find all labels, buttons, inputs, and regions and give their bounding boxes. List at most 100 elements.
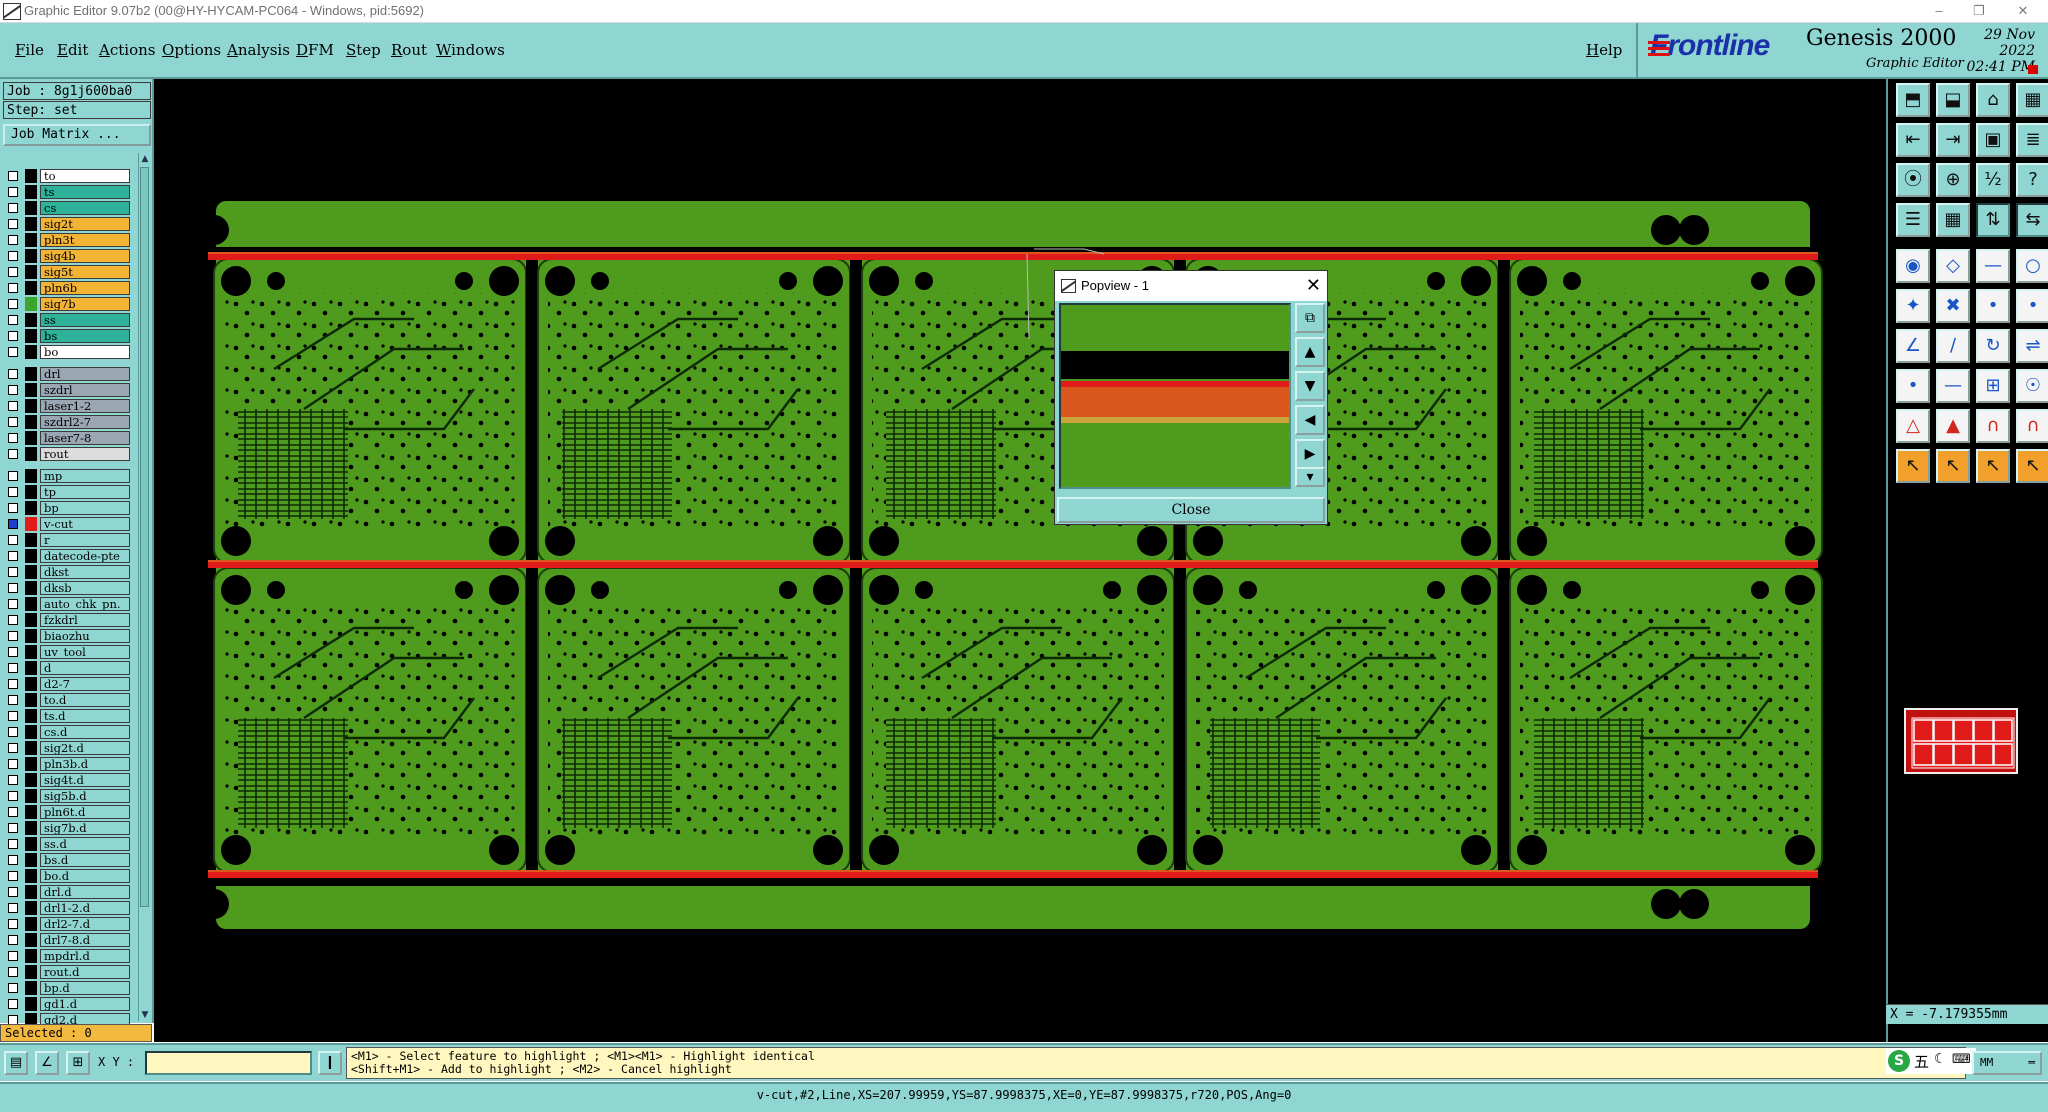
home-icon[interactable]: ⌂	[1976, 83, 2010, 117]
layer-name[interactable]: bs.d	[40, 853, 130, 867]
layer-name[interactable]: ss.d	[40, 837, 130, 851]
layer-name[interactable]: dksb	[40, 581, 130, 595]
layer-checkbox[interactable]	[8, 631, 18, 641]
layer-checkbox[interactable]	[8, 487, 18, 497]
layer-color-swatch[interactable]	[25, 415, 37, 429]
line-icon[interactable]: —	[1976, 249, 2010, 283]
layer-color-swatch[interactable]	[25, 997, 37, 1011]
layer-row-sig5t[interactable]: sig5t	[8, 265, 130, 280]
ime-keyboard-icon[interactable]: ⌨	[1952, 1052, 1971, 1067]
layer-checkbox[interactable]	[8, 807, 18, 817]
layer-row-pln3t[interactable]: pln3t	[8, 233, 130, 248]
layer-row-fzkdrl[interactable]: fzkdrl	[8, 613, 130, 628]
triangle-icon[interactable]: △	[1896, 409, 1930, 443]
layer-color-swatch[interactable]	[25, 693, 37, 707]
popview-more-icon[interactable]: ▾	[1295, 467, 1325, 487]
layer-checkbox[interactable]	[8, 369, 18, 379]
pad-icon[interactable]: ◉	[1896, 249, 1930, 283]
layer-checkbox[interactable]	[8, 839, 18, 849]
scale-icon[interactable]: ½	[1976, 163, 2010, 197]
layer-row-bp[interactable]: bp	[8, 501, 130, 516]
menu-rout[interactable]: Rout	[391, 41, 427, 59]
layer-checkbox[interactable]	[8, 187, 18, 197]
pointer-icon[interactable]: ↖	[1896, 449, 1930, 483]
save-icon[interactable]: ⬓	[1936, 83, 1970, 117]
zoom-fit-icon[interactable]: ⦿	[1896, 163, 1930, 197]
ime-mode-label[interactable]: 五	[1914, 1051, 1929, 1072]
layer-name[interactable]: tp	[40, 485, 130, 499]
layer-name[interactable]: v-cut	[40, 517, 130, 531]
layer-row-mp[interactable]: mp	[8, 469, 130, 484]
layer-row-pln6b[interactable]: pln6b	[8, 281, 130, 296]
xy-input[interactable]	[145, 1051, 312, 1075]
pointer-measure-icon[interactable]: ↖	[2016, 449, 2048, 483]
layer-checkbox[interactable]	[8, 347, 18, 357]
layer-name[interactable]: bp	[40, 501, 130, 515]
measure-icon[interactable]: ∕	[1936, 329, 1970, 363]
shape-icon[interactable]: ◇	[1936, 249, 1970, 283]
layer-checkbox[interactable]	[8, 919, 18, 929]
layer-checkbox[interactable]	[8, 615, 18, 625]
layer-color-swatch[interactable]	[25, 329, 37, 343]
menu-dfm[interactable]: DFM	[296, 41, 334, 59]
layer-color-swatch[interactable]	[25, 581, 37, 595]
layer-checkbox[interactable]	[8, 299, 18, 309]
layer-name[interactable]: pln3t	[40, 233, 130, 247]
layer-checkbox[interactable]	[8, 647, 18, 657]
layer-row-ts-d[interactable]: ts.d	[8, 709, 130, 724]
window-icon[interactable]: ▣	[1976, 123, 2010, 157]
layer-name[interactable]: pln3b.d	[40, 757, 130, 771]
layer-name[interactable]: sig2t.d	[40, 741, 130, 755]
layer-row-datecode-pte[interactable]: datecode-pte	[8, 549, 130, 564]
route-icon[interactable]: ⇅	[1976, 203, 2010, 237]
scroll-up-icon[interactable]: ▲	[139, 153, 151, 165]
layer-checkbox[interactable]	[8, 331, 18, 341]
arch-icon[interactable]: ∩	[1976, 409, 2010, 443]
node-alt-icon[interactable]: •	[2016, 289, 2048, 323]
layer-color-swatch[interactable]	[25, 741, 37, 755]
layer-name[interactable]: d2-7	[40, 677, 130, 691]
layer-color-swatch[interactable]	[25, 469, 37, 483]
layer-row-ss-d[interactable]: ss.d	[8, 837, 130, 852]
layer-name[interactable]: sig7b	[40, 297, 130, 311]
layer-scrollbar[interactable]: ▲ ▼	[138, 153, 151, 1021]
layer-row-sig5b-d[interactable]: sig5b.d	[8, 789, 130, 804]
snap-icon[interactable]: ✦	[1896, 289, 1930, 323]
layer-checkbox[interactable]	[8, 967, 18, 977]
layer-name[interactable]: szdrl2-7	[40, 415, 130, 429]
close-window-icon[interactable]: ✕	[2000, 0, 2046, 22]
layer-color-swatch[interactable]	[25, 501, 37, 515]
export-icon[interactable]: ⇥	[1936, 123, 1970, 157]
layer-row-drl-d[interactable]: drl.d	[8, 885, 130, 900]
layer-row-drl[interactable]: drl	[8, 367, 130, 382]
layer-checkbox[interactable]	[8, 235, 18, 245]
layer-name[interactable]: sig7b.d	[40, 821, 130, 835]
popview-up-icon[interactable]: ▲	[1295, 337, 1325, 367]
box-icon[interactable]: ⊞	[1976, 369, 2010, 403]
layer-row-to-d[interactable]: to.d	[8, 693, 130, 708]
layer-name[interactable]: cs.d	[40, 725, 130, 739]
layer-name[interactable]: rout.d	[40, 965, 130, 979]
layer-color-swatch[interactable]	[25, 447, 37, 461]
layer-row-v-cut[interactable]: v-cut	[8, 517, 130, 532]
pointer-select-icon[interactable]: ↖	[1936, 449, 1970, 483]
layer-row-sig4b[interactable]: sig4b	[8, 249, 130, 264]
layer-color-swatch[interactable]	[25, 949, 37, 963]
layer-color-swatch[interactable]	[25, 965, 37, 979]
layer-color-swatch[interactable]	[25, 821, 37, 835]
layer-name[interactable]: pln6t.d	[40, 805, 130, 819]
layer-checkbox[interactable]	[8, 567, 18, 577]
pointer-move-icon[interactable]: ↖	[1976, 449, 2010, 483]
layer-name[interactable]: laser7-8	[40, 431, 130, 445]
layer-row-to[interactable]: to	[8, 169, 130, 184]
menu-edit[interactable]: Edit	[57, 41, 88, 59]
layer-row-pln3b-d[interactable]: pln3b.d	[8, 757, 130, 772]
layer-checkbox[interactable]	[8, 695, 18, 705]
layer-color-swatch[interactable]	[25, 431, 37, 445]
layer-checkbox[interactable]	[8, 401, 18, 411]
layer-checkbox[interactable]	[8, 283, 18, 293]
layer-row-bo[interactable]: bo	[8, 345, 130, 360]
layer-color-swatch[interactable]	[25, 549, 37, 563]
pcb-panel-view[interactable]	[154, 79, 1886, 1042]
layer-checkbox[interactable]	[8, 599, 18, 609]
